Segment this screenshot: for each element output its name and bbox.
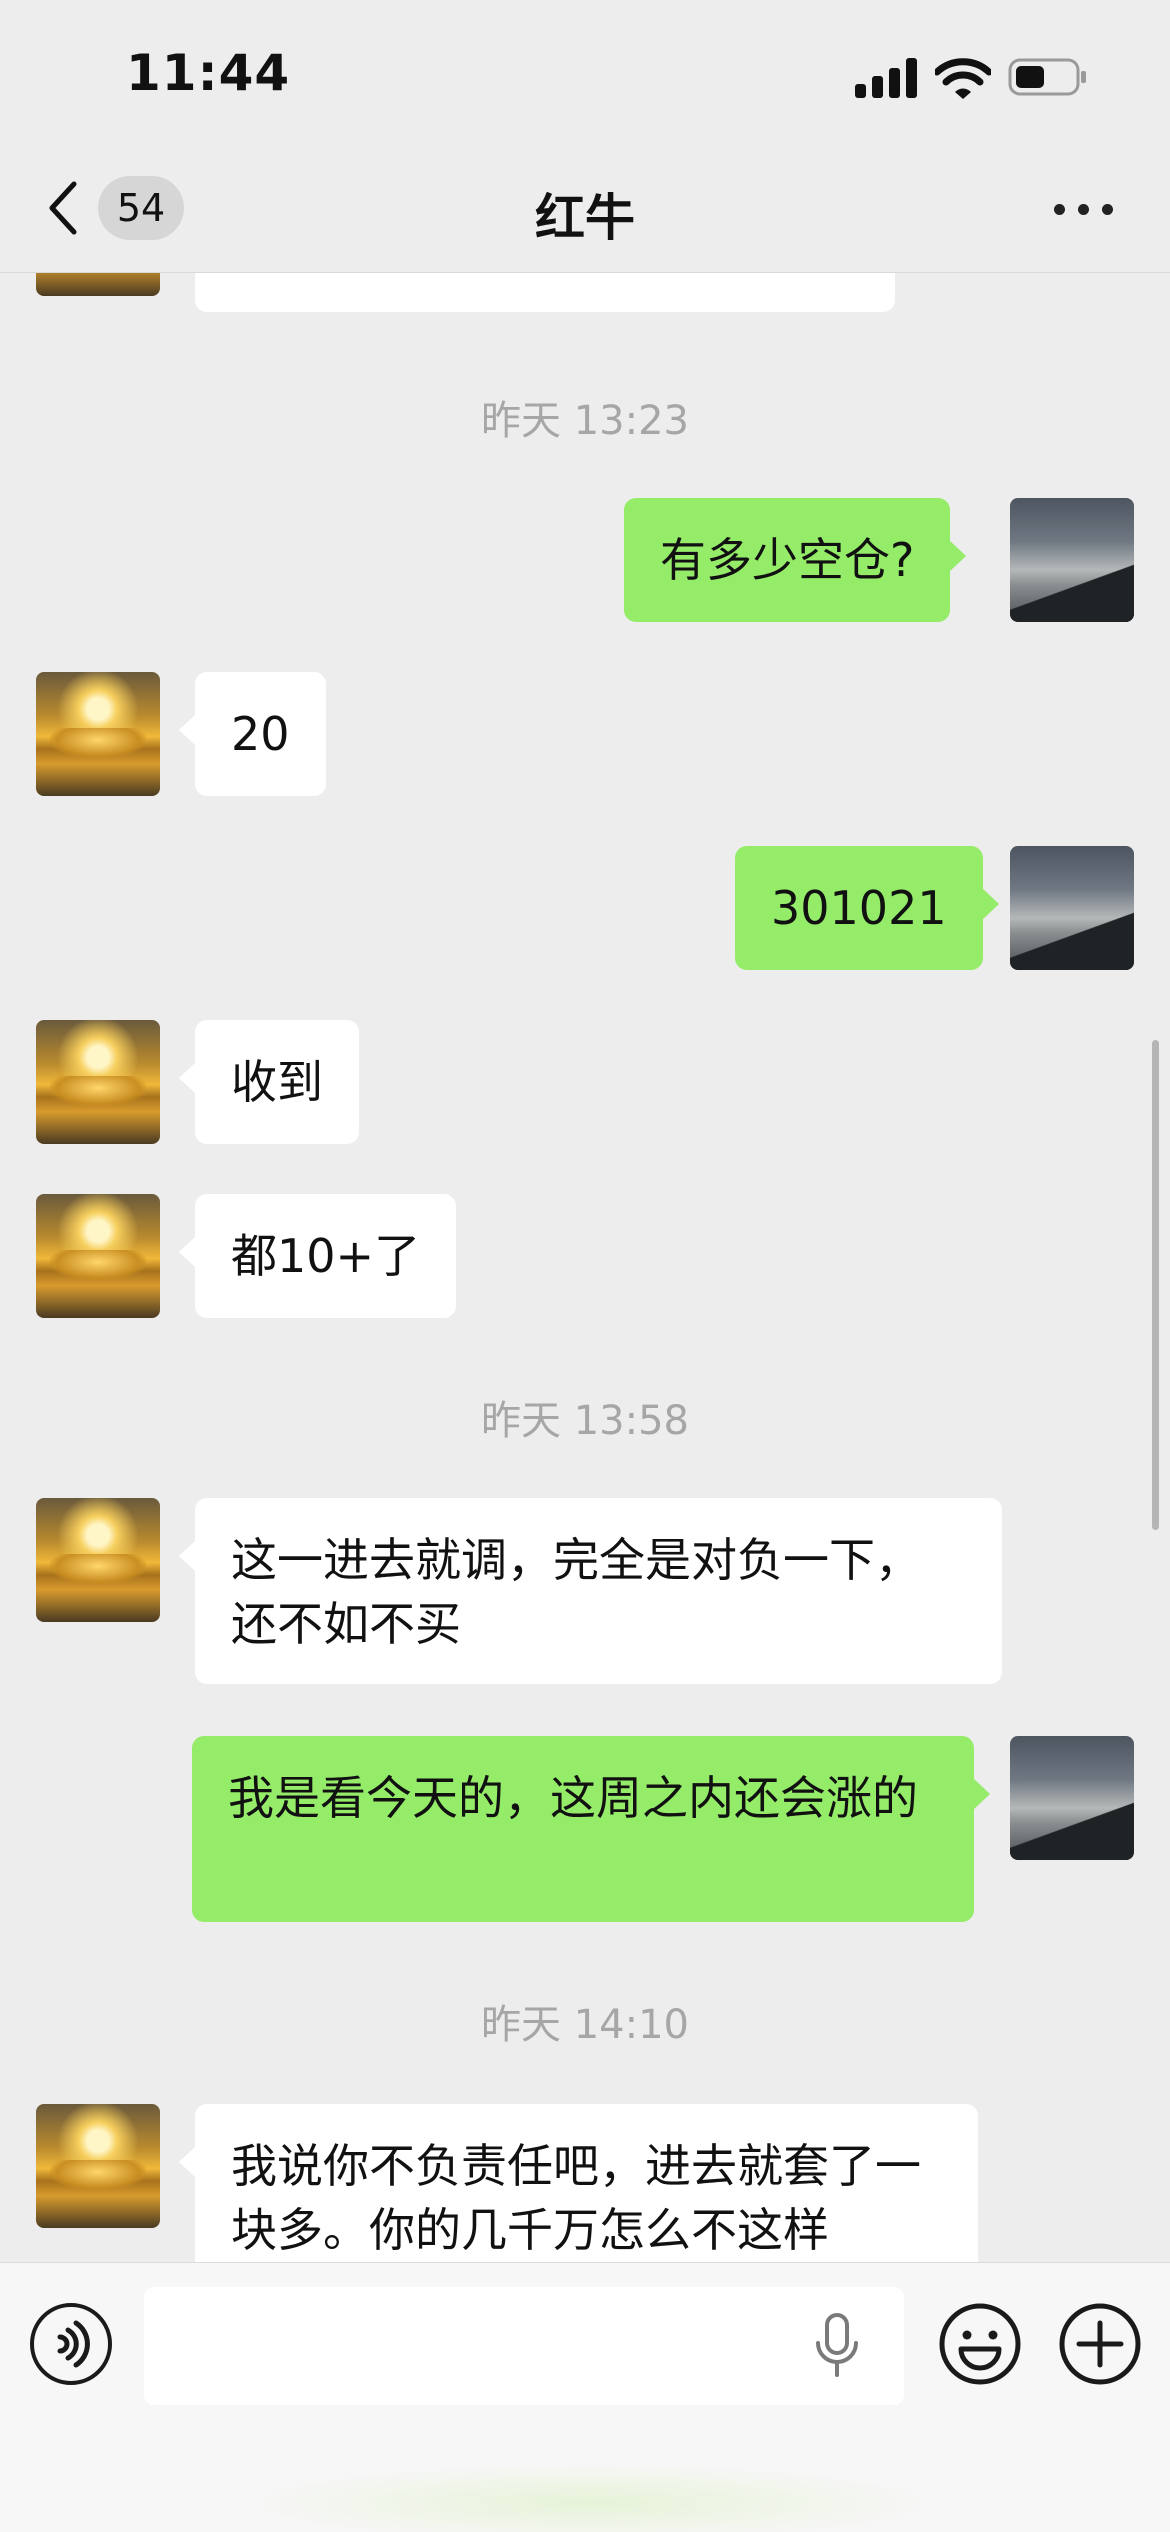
contact-avatar[interactable] (36, 1498, 160, 1622)
my-avatar[interactable] (1010, 846, 1134, 970)
received-message-bubble[interactable] (195, 272, 895, 312)
input-bar (0, 2262, 1170, 2532)
sent-message-bubble[interactable]: 我是看今天的，这周之内还会涨的 (192, 1736, 990, 1922)
contact-avatar[interactable] (36, 672, 160, 796)
my-avatar[interactable] (1010, 1736, 1134, 1860)
contact-avatar[interactable] (36, 1194, 160, 1318)
microphone-icon[interactable] (812, 2313, 862, 2381)
received-message-bubble[interactable]: 我说你不负责任吧，进去就套了一块多。你的几千万怎么不这样 (179, 2104, 978, 2262)
received-message-bubble[interactable]: 20 (179, 672, 326, 796)
nav-bar: 54 红牛 (0, 150, 1170, 273)
sent-message-bubble[interactable]: 301021 (735, 846, 999, 970)
chat-screen: 11:44 54 红牛 昨天 13:23 有多少空仓? 20 301021 收到… (0, 0, 1170, 2532)
contact-avatar[interactable] (36, 1020, 160, 1144)
sent-message-bubble[interactable]: 有多少空仓? (624, 498, 967, 622)
message-timestamp: 昨天 14:10 (481, 2002, 689, 2048)
plus-icon[interactable] (1057, 2301, 1143, 2387)
emoji-icon[interactable] (937, 2301, 1023, 2387)
received-message-bubble[interactable]: 这一进去就调，完全是对负一下，还不如不买 (179, 1498, 1002, 1684)
more-dots-icon[interactable] (1054, 198, 1114, 220)
received-message-bubble[interactable]: 收到 (179, 1020, 359, 1144)
status-time: 11:44 (126, 44, 291, 102)
wifi-icon (935, 58, 991, 99)
battery-icon (1008, 58, 1086, 96)
home-indicator-area (240, 2463, 940, 2532)
cellular-signal-icon (855, 58, 917, 98)
chat-scrollbar[interactable] (1152, 1040, 1159, 1530)
message-input[interactable] (144, 2287, 904, 2405)
chevron-left-icon[interactable] (44, 178, 84, 238)
status-bar: 11:44 (0, 0, 1170, 150)
contact-avatar[interactable] (36, 2104, 160, 2228)
message-timestamp: 昨天 13:58 (481, 1398, 689, 1444)
received-message-bubble[interactable]: 都10+了 (178, 1194, 457, 1318)
my-avatar[interactable] (1010, 498, 1134, 622)
message-list[interactable]: 昨天 13:23 有多少空仓? 20 301021 收到 都10+了 昨天 13… (0, 272, 1170, 2262)
voice-icon[interactable] (30, 2303, 112, 2385)
back-unread-count-badge[interactable]: 54 (98, 176, 184, 240)
contact-avatar[interactable] (36, 272, 160, 296)
message-timestamp: 昨天 13:23 (481, 398, 689, 444)
